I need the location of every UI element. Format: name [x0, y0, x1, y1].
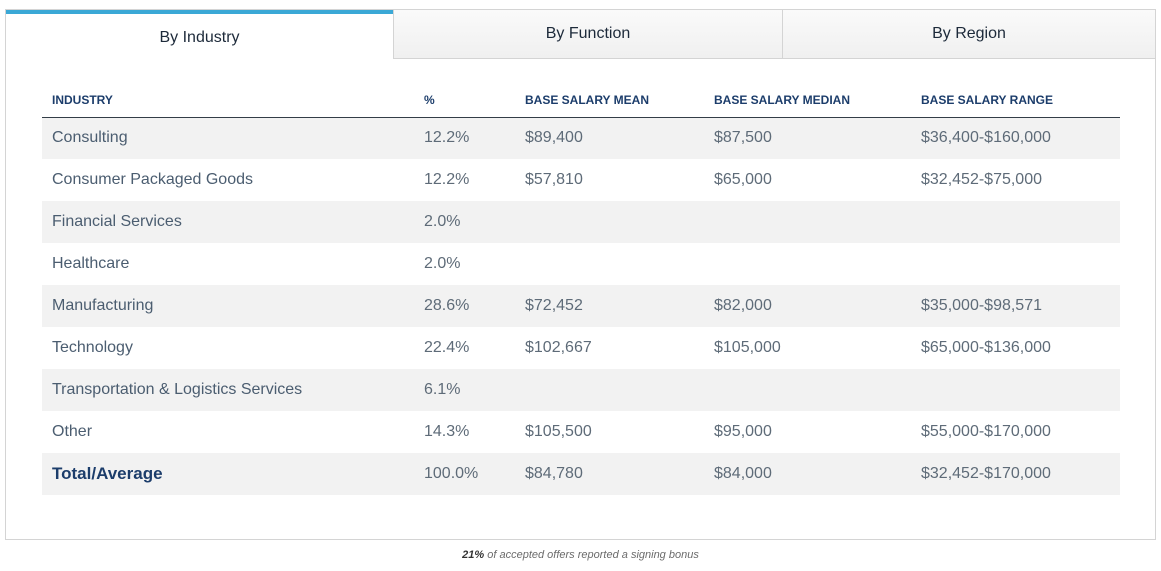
- salary-table: INDUSTRY % BASE SALARY MEAN BASE SALARY …: [42, 84, 1120, 495]
- table-row: Technology 22.4% $102,667 $105,000 $65,0…: [42, 327, 1120, 369]
- median-cell: [704, 243, 911, 285]
- mean-cell: [515, 201, 704, 243]
- median-cell: $82,000: [704, 285, 911, 327]
- percent-cell: 12.2%: [414, 117, 515, 159]
- table-row: Consulting 12.2% $89,400 $87,500 $36,400…: [42, 117, 1120, 159]
- industry-cell: Consulting: [42, 117, 414, 159]
- table-header-row: INDUSTRY % BASE SALARY MEAN BASE SALARY …: [42, 84, 1120, 118]
- industry-cell: Transportation & Logistics Services: [42, 369, 414, 411]
- table-row: Other 14.3% $105,500 $95,000 $55,000-$17…: [42, 411, 1120, 453]
- percent-cell: 2.0%: [424, 255, 461, 272]
- table-row: Healthcare 2.0%: [42, 243, 1120, 285]
- mean-cell: $72,452: [515, 285, 704, 327]
- median-cell: $65,000: [714, 171, 772, 188]
- table-row: Manufacturing 28.6% $72,452 $82,000 $35,…: [42, 285, 1120, 327]
- tab-by-function[interactable]: By Function: [393, 10, 782, 59]
- tab-label: By Function: [545, 25, 631, 42]
- percent-cell: 14.3%: [424, 423, 470, 440]
- median-cell: $84,000: [704, 453, 911, 495]
- signing-bonus-percent: 21%: [462, 549, 485, 561]
- mean-cell: [515, 369, 704, 411]
- mean-cell: $84,780: [515, 453, 704, 495]
- range-cell: $36,400-$160,000: [911, 117, 1120, 159]
- range-cell: $32,452-$75,000: [921, 171, 1042, 188]
- percent-cell: 12.2%: [424, 171, 470, 188]
- range-cell: $55,000-$170,000: [921, 423, 1051, 440]
- industry-cell: Healthcare: [52, 255, 130, 272]
- header-salary-median: BASE SALARY MEDIAN: [704, 84, 911, 118]
- tab-by-industry[interactable]: By Industry: [6, 10, 393, 59]
- percent-cell: 100.0%: [414, 453, 515, 495]
- range-cell: $65,000-$136,000: [921, 339, 1051, 356]
- range-cell: $35,000-$98,571: [911, 285, 1120, 327]
- industry-cell: Financial Services: [42, 201, 414, 243]
- industry-cell: Other: [52, 423, 93, 440]
- industry-cell: Consumer Packaged Goods: [52, 171, 253, 188]
- signing-bonus-text: of accepted offers reported a signing bo…: [484, 549, 699, 561]
- median-cell: $87,500: [704, 117, 911, 159]
- industry-cell: Total/Average: [42, 453, 414, 495]
- median-cell: [704, 201, 911, 243]
- header-industry: INDUSTRY: [42, 84, 414, 118]
- industry-cell: Technology: [52, 339, 133, 356]
- mean-cell: [515, 243, 704, 285]
- mean-cell: $89,400: [515, 117, 704, 159]
- range-cell: [911, 369, 1120, 411]
- tab-label: By Industry: [159, 28, 240, 46]
- mean-cell: $102,667: [525, 339, 592, 356]
- range-cell: [911, 243, 1120, 285]
- range-cell: $32,452-$170,000: [911, 453, 1120, 495]
- mean-cell: $105,500: [525, 423, 592, 440]
- tab-bar: By Industry By Function By Region: [6, 10, 1155, 59]
- signing-bonus-note: 21% of accepted offers reported a signin…: [0, 549, 1161, 561]
- median-cell: $95,000: [714, 423, 772, 440]
- table-row: Financial Services 2.0%: [42, 201, 1120, 243]
- percent-cell: 22.4%: [424, 339, 470, 356]
- range-cell: [911, 201, 1120, 243]
- table-row: Transportation & Logistics Services 6.1%: [42, 369, 1120, 411]
- percent-cell: 2.0%: [414, 201, 515, 243]
- tab-label: By Region: [932, 25, 1006, 42]
- header-salary-mean: BASE SALARY MEAN: [515, 84, 704, 118]
- table-row: Consumer Packaged Goods 12.2% $57,810 $6…: [42, 159, 1120, 201]
- header-percent: %: [414, 84, 515, 118]
- median-cell: [704, 369, 911, 411]
- table-total-row: Total/Average 100.0% $84,780 $84,000 $32…: [42, 453, 1120, 495]
- median-cell: $105,000: [714, 339, 781, 356]
- percent-cell: 6.1%: [414, 369, 515, 411]
- salary-panel: By Industry By Function By Region INDUST…: [5, 9, 1156, 540]
- mean-cell: $57,810: [525, 171, 583, 188]
- percent-cell: 28.6%: [414, 285, 515, 327]
- industry-cell: Manufacturing: [42, 285, 414, 327]
- header-salary-range: BASE SALARY RANGE: [911, 84, 1120, 118]
- tab-by-region[interactable]: By Region: [782, 10, 1155, 59]
